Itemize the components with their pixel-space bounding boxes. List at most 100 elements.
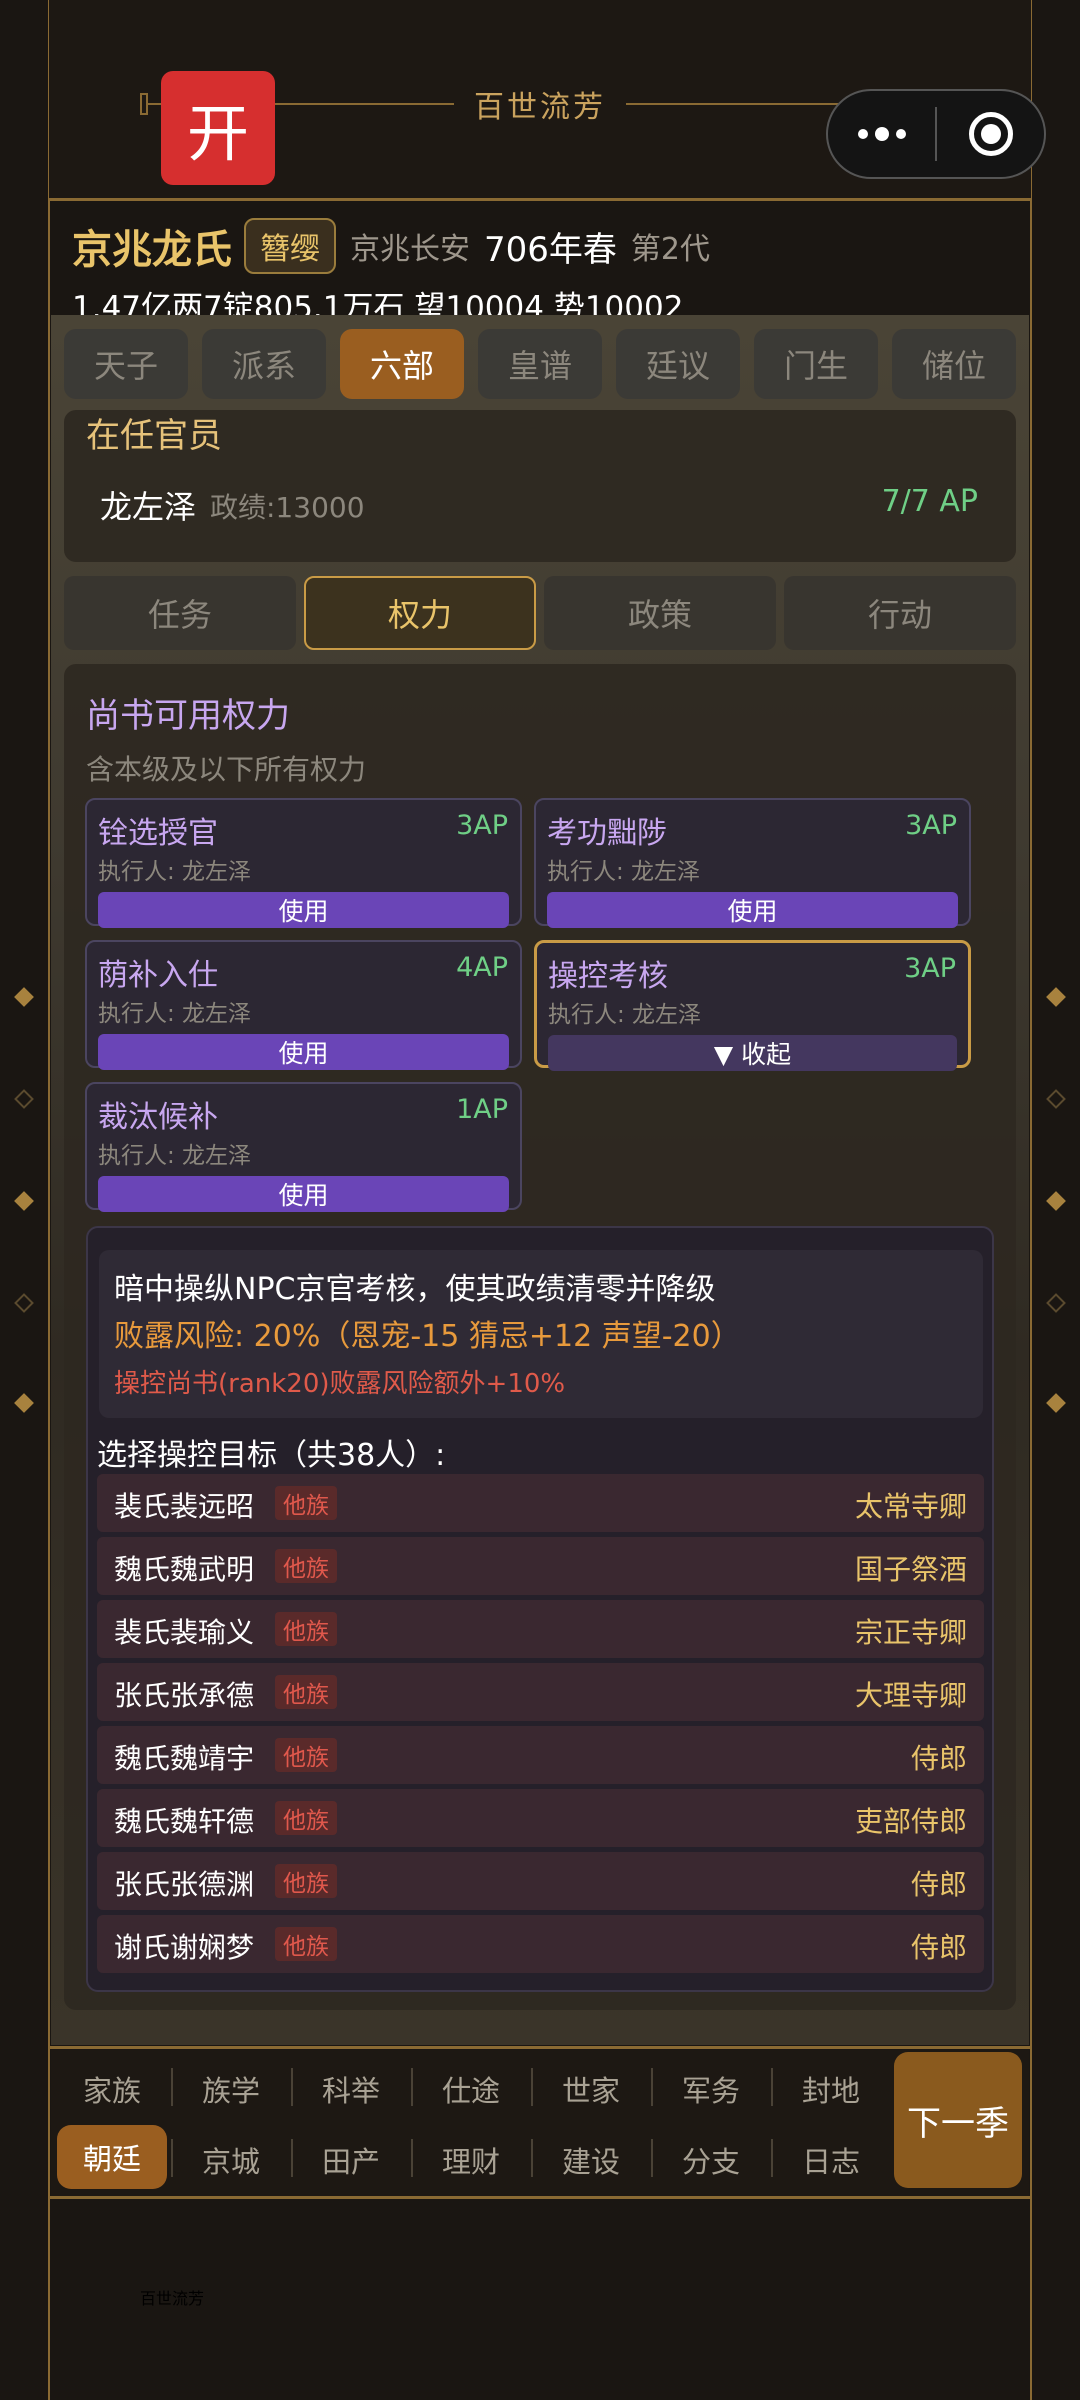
power-ap-cost: 4AP [456, 952, 508, 983]
nav-construction[interactable]: 建设 [536, 2139, 646, 2181]
tab-six-ministries[interactable]: 六部 [340, 329, 464, 399]
target-rank: 国子祭酒 [854, 1553, 967, 1586]
target-row[interactable]: 魏氏魏武明 他族 国子祭酒 [97, 1537, 984, 1595]
target-name: 魏氏魏武明 [114, 1553, 255, 1586]
nav-log[interactable]: 日志 [776, 2139, 886, 2181]
game-screen: 百世流芳 开 京兆龙氏 簪缨 京兆长安 706年春 第2代 1.47亿两7锭80… [0, 0, 1080, 2400]
target-rank: 侍郎 [910, 1931, 967, 1964]
more-icon[interactable] [828, 127, 935, 141]
header-divider [49, 198, 1031, 201]
nav-separator [411, 2068, 413, 2106]
official-score: 政绩:13000 [210, 491, 365, 524]
nav-separator [531, 2139, 533, 2177]
target-row[interactable]: 魏氏魏轩德 他族 吏部侍郎 [97, 1789, 984, 1847]
clan-tag: 他族 [275, 1486, 337, 1520]
clan-name: 京兆龙氏 [72, 227, 232, 273]
target-rank: 侍郎 [910, 1742, 967, 1775]
collapse-button[interactable]: ▼ 收起 [548, 1035, 957, 1071]
target-row[interactable]: 魏氏魏靖宇 他族 侍郎 [97, 1726, 984, 1784]
tab-court-debate[interactable]: 廷议 [616, 329, 740, 399]
target-name: 魏氏魏轩德 [114, 1805, 255, 1838]
nav-court[interactable]: 朝廷 [57, 2125, 167, 2189]
official-name[interactable]: 龙左泽 [100, 482, 196, 528]
footer-divider [49, 2196, 1031, 2199]
nav-separator [291, 2139, 293, 2177]
power-ap-cost: 3AP [905, 810, 957, 841]
nav-estates[interactable]: 田产 [296, 2139, 406, 2181]
target-row[interactable]: 张氏张德渊 他族 侍郎 [97, 1852, 984, 1910]
left-frame-line [48, 0, 50, 2400]
next-season-button[interactable]: 下一季 [894, 2052, 1022, 2188]
power-ap-cost: 1AP [456, 1094, 508, 1125]
right-ornament [1046, 987, 1066, 1413]
nav-capital[interactable]: 京城 [176, 2139, 286, 2181]
app-logo: 开 [161, 71, 275, 185]
banner-title: 百世流芳 [140, 2289, 205, 2308]
nav-clan-school[interactable]: 族学 [176, 2068, 286, 2110]
clan-tag: 他族 [275, 1738, 337, 1772]
target-row[interactable]: 裴氏裴远昭 他族 太常寺卿 [97, 1474, 984, 1532]
power-description: 暗中操纵NPC京官考核，使其政绩清零并降级 [114, 1272, 716, 1307]
target-rank: 太常寺卿 [854, 1490, 967, 1523]
target-name: 魏氏魏靖宇 [114, 1742, 255, 1775]
bottom-banner: 百世流芳 [140, 2277, 940, 2317]
nav-separator [531, 2068, 533, 2106]
clan-tag: 他族 [275, 1549, 337, 1583]
target-row[interactable]: 张氏张承德 他族 大理寺卿 [97, 1663, 984, 1721]
tab-powers[interactable]: 权力 [304, 576, 536, 650]
power-card: 裁汰候补 1AP 执行人: 龙左泽 使用 [85, 1082, 522, 1212]
tab-imperial-genealogy[interactable]: 皇谱 [478, 329, 602, 399]
nav-separator [651, 2068, 653, 2106]
power-name: 铨选授官 [98, 816, 218, 851]
game-year: 706年春 [484, 229, 617, 270]
power-name: 荫补入仕 [98, 958, 218, 993]
exposure-risk: 败露风险: 20%（恩宠-15 猜忌+12 声望-20） [114, 1319, 741, 1354]
nav-noble-houses[interactable]: 世家 [536, 2068, 646, 2110]
power-executor: 执行人: 龙左泽 [548, 1002, 702, 1028]
ministry-subtabs: 任务 权力 政策 行动 [64, 576, 1016, 650]
tab-actions[interactable]: 行动 [784, 576, 1016, 650]
close-target-icon[interactable] [937, 112, 1044, 156]
nav-separator [171, 2068, 173, 2106]
extra-risk-note: 操控尚书(rank20)败露风险额外+10% [114, 1369, 566, 1399]
use-power-button[interactable]: 使用 [98, 1034, 509, 1070]
tab-disciples[interactable]: 门生 [754, 329, 878, 399]
target-select-label: 选择操控目标（共38人）: [97, 1438, 446, 1473]
target-name: 谢氏谢娴梦 [114, 1931, 255, 1964]
banner-title: 百世流芳 [474, 90, 606, 125]
nav-separator [411, 2139, 413, 2177]
use-power-button[interactable]: 使用 [98, 1176, 509, 1212]
tab-policies[interactable]: 政策 [544, 576, 776, 650]
tab-faction[interactable]: 派系 [202, 329, 326, 399]
nav-military[interactable]: 军务 [656, 2068, 766, 2110]
nav-career[interactable]: 仕途 [416, 2068, 526, 2110]
power-card-selected: 操控考核 3AP 执行人: 龙左泽 ▼ 收起 [534, 940, 971, 1071]
target-name: 裴氏裴瑜义 [114, 1616, 255, 1649]
use-power-button[interactable]: 使用 [547, 892, 958, 928]
nav-family[interactable]: 家族 [57, 2068, 167, 2110]
nav-finance[interactable]: 理财 [416, 2139, 526, 2181]
target-row[interactable]: 裴氏裴瑜义 他族 宗正寺卿 [97, 1600, 984, 1658]
nav-branches[interactable]: 分支 [656, 2139, 766, 2181]
tab-succession[interactable]: 储位 [892, 329, 1016, 399]
power-card: 荫补入仕 4AP 执行人: 龙左泽 使用 [85, 940, 522, 1070]
power-name: 操控考核 [548, 959, 668, 994]
use-power-button[interactable]: 使用 [98, 892, 509, 928]
nav-separator [291, 2068, 293, 2106]
power-name: 裁汰候补 [98, 1100, 218, 1135]
court-tabs: 天子 派系 六部 皇谱 廷议 门生 储位 [64, 329, 1016, 399]
left-ornament [14, 987, 34, 1413]
tab-emperor[interactable]: 天子 [64, 329, 188, 399]
official-ap: 7/7 AP [881, 484, 978, 519]
nav-fief[interactable]: 封地 [776, 2068, 886, 2110]
nav-separator [171, 2139, 173, 2177]
power-executor: 执行人: 龙左泽 [98, 1143, 252, 1169]
miniapp-capsule [826, 89, 1046, 179]
powers-title: 尚书可用权力 [86, 696, 290, 736]
nav-separator [771, 2068, 773, 2106]
nav-exam[interactable]: 科举 [296, 2068, 406, 2110]
target-row[interactable]: 谢氏谢娴梦 他族 侍郎 [97, 1915, 984, 1973]
nav-divider [49, 2046, 1031, 2049]
nav-separator [771, 2139, 773, 2177]
tab-tasks[interactable]: 任务 [64, 576, 296, 650]
